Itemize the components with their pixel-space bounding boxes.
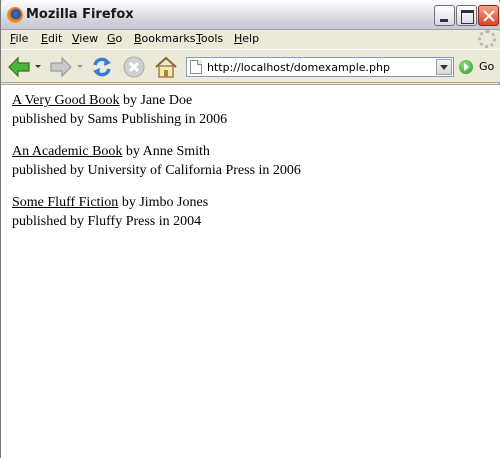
home-icon (155, 56, 177, 78)
book-entry: A Very Good Book by Jane Doe published b… (12, 91, 227, 129)
book-title-link[interactable]: Some Fluff Fiction (12, 195, 118, 210)
back-button[interactable] (7, 56, 31, 78)
back-arrow-icon (8, 56, 30, 78)
forward-arrow-icon (50, 56, 72, 78)
back-dropdown-icon[interactable] (35, 65, 41, 68)
forward-button[interactable] (49, 56, 73, 78)
book-entry: Some Fluff Fiction by Jimbo Jones publis… (12, 193, 208, 231)
page-content: A Very Good Book by Jane Doe published b… (1, 84, 500, 458)
close-button[interactable] (478, 5, 499, 26)
menu-file[interactable]: File (10, 32, 28, 45)
menu-bookmarks[interactable]: Bookmarks (134, 32, 195, 45)
go-button[interactable]: Go (459, 59, 499, 77)
book-publisher: published by University of California Pr… (12, 163, 301, 178)
menu-bar: File Edit View Go Bookmarks Tools Help (1, 30, 500, 49)
book-publisher: published by Fluffy Press in 2004 (12, 214, 202, 229)
reload-button[interactable] (90, 55, 114, 79)
book-publisher: published by Sams Publishing in 2006 (12, 112, 228, 127)
menu-tools[interactable]: Tools (196, 32, 223, 45)
forward-dropdown-icon[interactable] (77, 65, 83, 68)
book-author: by Anne Smith (122, 144, 210, 159)
title-bar[interactable]: Mozilla Firefox (1, 0, 500, 30)
throbber-icon (478, 30, 496, 48)
stop-icon (123, 56, 145, 78)
page-icon (190, 60, 202, 74)
book-author: by Jimbo Jones (118, 195, 209, 210)
book-entry: An Academic Book by Anne Smith published… (12, 142, 301, 180)
home-button[interactable] (154, 55, 178, 79)
menu-go[interactable]: Go (107, 32, 122, 45)
go-icon (459, 60, 473, 74)
menu-help[interactable]: Help (234, 32, 259, 45)
maximize-button[interactable] (456, 5, 477, 26)
browser-window: Mozilla Firefox File Edit View Go Bookma… (0, 0, 500, 458)
menu-edit[interactable]: Edit (41, 32, 62, 45)
stop-button[interactable] (122, 55, 146, 79)
address-bar[interactable] (186, 57, 454, 77)
navigation-toolbar: Go (1, 49, 500, 83)
url-input[interactable] (207, 60, 432, 75)
minimize-button[interactable] (434, 5, 455, 26)
go-label: Go (479, 60, 495, 73)
window-title: Mozilla Firefox (26, 7, 134, 22)
menu-view[interactable]: View (72, 32, 98, 45)
book-title-link[interactable]: An Academic Book (12, 144, 122, 159)
book-author: by Jane Doe (119, 93, 193, 108)
book-title-link[interactable]: A Very Good Book (12, 93, 119, 108)
reload-icon (93, 57, 111, 77)
firefox-logo-icon (7, 7, 23, 23)
url-dropdown-icon[interactable] (436, 59, 452, 75)
